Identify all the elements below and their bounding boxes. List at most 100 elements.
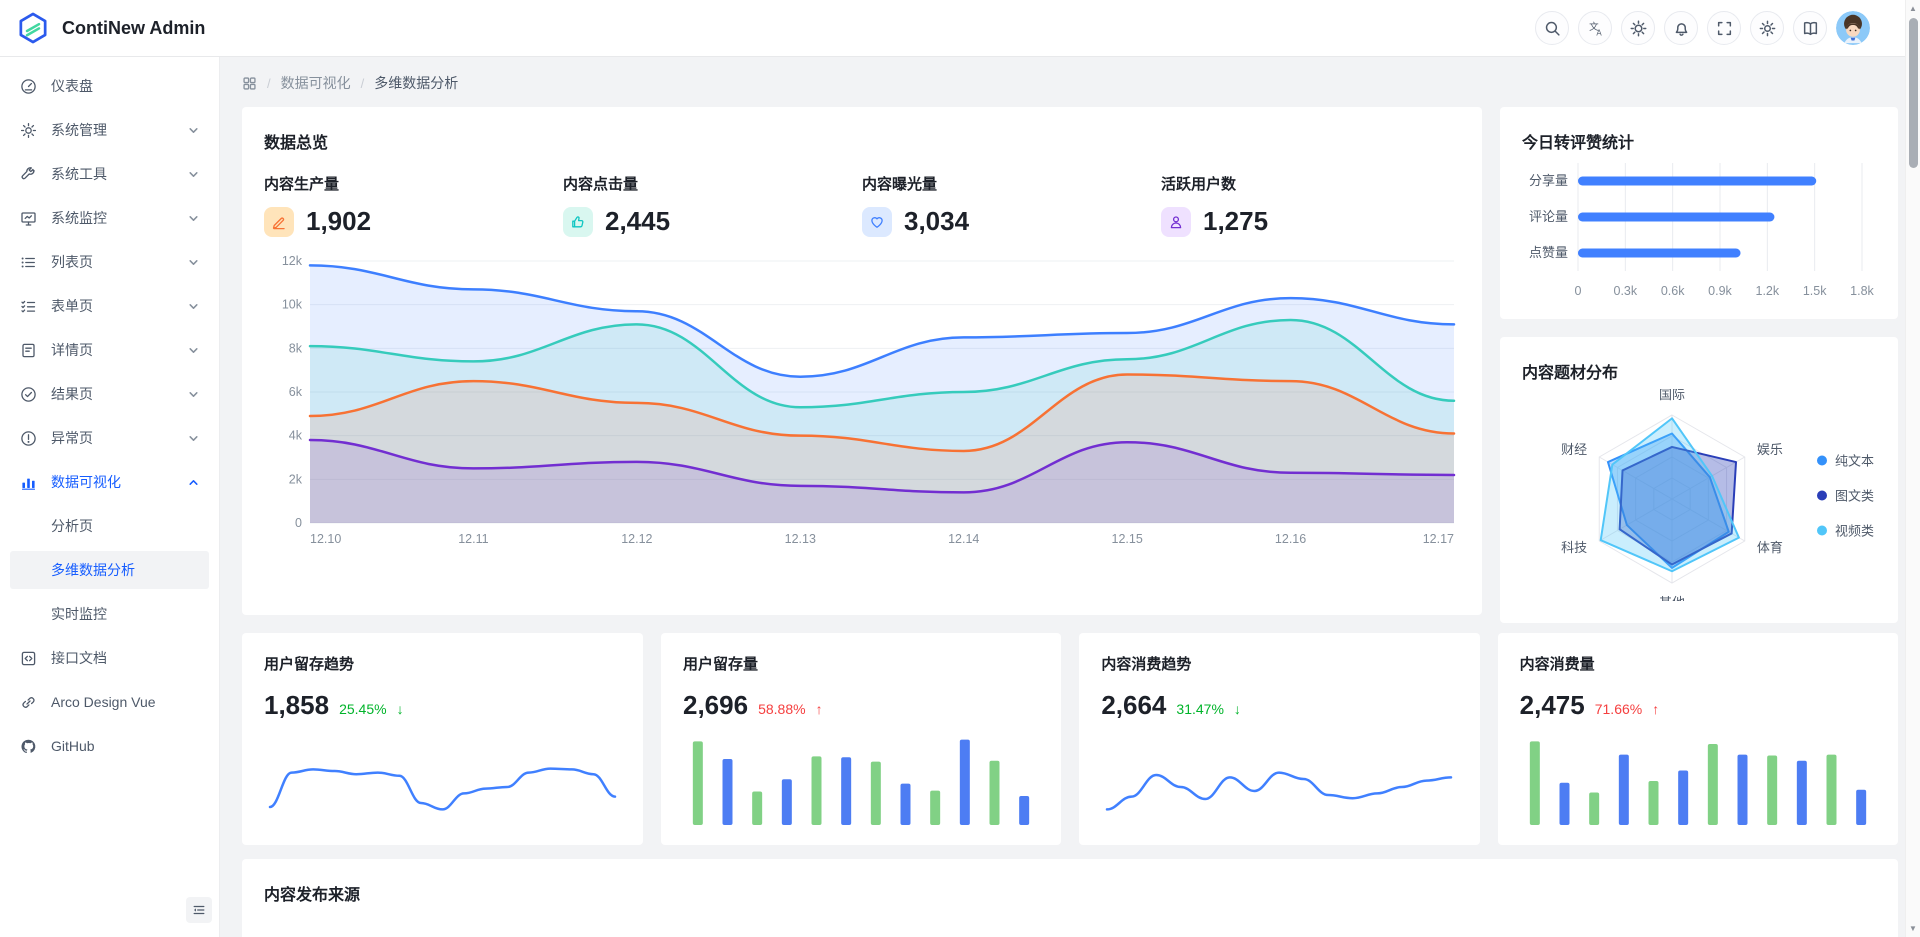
notifications-button[interactable]	[1664, 11, 1698, 45]
source-card-title: 内容发布来源	[264, 881, 1876, 905]
warning-circle-icon	[20, 430, 37, 447]
theme-button[interactable]	[1621, 11, 1655, 45]
app-root: ContiNew Admin 文A	[0, 0, 1920, 937]
sidebar-item-11[interactable]: Arco Design Vue	[10, 683, 209, 721]
stat-label: 活跃用户数	[1161, 173, 1460, 194]
sidebar-item-5[interactable]: 表单页	[10, 287, 209, 325]
sidebar-item-10[interactable]: 接口文档	[10, 639, 209, 677]
sidebar-item-8[interactable]: 异常页	[10, 419, 209, 457]
svg-text:8k: 8k	[289, 341, 303, 355]
svg-text:0.9k: 0.9k	[1708, 284, 1732, 297]
overview-stat: 内容点击量2,445	[563, 173, 862, 237]
sidebar-item-2[interactable]: 系统工具	[10, 155, 209, 193]
radar-legend: 纯文本图文类视频类	[1817, 451, 1874, 540]
kpi-delta: 31.47%	[1176, 701, 1223, 717]
legend-item[interactable]: 纯文本	[1817, 451, 1874, 470]
stats-row: 内容生产量1,902内容点击量2,445内容曝光量3,034活跃用户数1,275	[264, 173, 1460, 237]
svg-text:10k: 10k	[282, 298, 303, 312]
sidebar-item-3[interactable]: 系统监控	[10, 199, 209, 237]
kpi-card-2: 内容消费趋势 2,664 31.47% ↓	[1079, 633, 1479, 845]
chevron-down-icon	[188, 301, 199, 312]
sidebar-item-label: 异常页	[51, 428, 93, 448]
share-bar-chart: 00.3k0.6k0.9k1.2k1.5k1.8k分享量评论量点赞量	[1522, 159, 1876, 297]
legend-label: 图文类	[1835, 486, 1874, 505]
svg-text:0.6k: 0.6k	[1661, 284, 1685, 297]
sidebar-subitem-9-0[interactable]: 分析页	[10, 507, 209, 545]
translate-icon: 文A	[1587, 20, 1604, 37]
breadcrumb-page[interactable]: 多维数据分析	[374, 73, 458, 93]
settings-gear-icon	[1759, 20, 1776, 37]
overview-area-chart: 02k4k6k8k10k12k12.1012.1112.1212.1312.14…	[264, 251, 1460, 551]
svg-text:12.14: 12.14	[948, 532, 979, 546]
svg-text:0.3k: 0.3k	[1614, 284, 1638, 297]
svg-text:A: A	[1596, 28, 1602, 37]
scrollbar-down-arrow[interactable]: ▼	[1906, 924, 1920, 933]
svg-text:0: 0	[1575, 284, 1582, 297]
svg-text:国际: 国际	[1659, 389, 1685, 402]
bar-chart-icon	[20, 474, 37, 491]
pencil-icon	[264, 207, 294, 237]
svg-text:12.15: 12.15	[1112, 532, 1143, 546]
svg-text:6k: 6k	[289, 385, 303, 399]
kpi-value: 1,858	[264, 690, 329, 721]
sidebar-collapse-button[interactable]	[186, 897, 212, 923]
svg-text:12.11: 12.11	[458, 532, 488, 546]
apps-grid-icon[interactable]	[242, 76, 257, 91]
api-code-icon	[20, 650, 37, 667]
sidebar-item-9[interactable]: 数据可视化	[10, 463, 209, 501]
kpi-title: 内容消费趋势	[1101, 653, 1457, 674]
svg-text:4k: 4k	[289, 429, 303, 443]
settings-button[interactable]	[1750, 11, 1784, 45]
sidebar-item-label: 接口文档	[51, 648, 107, 668]
user-avatar[interactable]	[1836, 11, 1870, 45]
kpi-value: 2,664	[1101, 690, 1166, 721]
brand[interactable]: ContiNew Admin	[16, 11, 205, 45]
chevron-down-icon	[188, 433, 199, 444]
sidebar-subitem-9-2[interactable]: 实时监控	[10, 595, 209, 633]
sidebar-item-label: 仪表盘	[51, 76, 93, 96]
svg-text:2k: 2k	[289, 472, 303, 486]
sidebar-item-0[interactable]: 仪表盘	[10, 67, 209, 105]
svg-text:评论量: 评论量	[1529, 209, 1568, 224]
window-scrollbar[interactable]: ▲ ▼	[1905, 0, 1920, 937]
sidebar-item-1[interactable]: 系统管理	[10, 111, 209, 149]
legend-item[interactable]: 视频类	[1817, 521, 1874, 540]
kpi-mini-chart	[1101, 733, 1457, 825]
svg-text:1.8k: 1.8k	[1850, 284, 1874, 297]
detail-icon	[20, 342, 37, 359]
sidebar-subitem-9-1[interactable]: 多维数据分析	[10, 551, 209, 589]
scrollbar-thumb[interactable]	[1909, 18, 1918, 168]
search-button[interactable]	[1535, 11, 1569, 45]
sidebar-item-6[interactable]: 详情页	[10, 331, 209, 369]
kpi-delta-arrow-icon: ↓	[397, 701, 404, 717]
svg-text:娱乐: 娱乐	[1757, 442, 1783, 457]
top-header: ContiNew Admin 文A	[0, 0, 1920, 57]
svg-text:点赞量: 点赞量	[1529, 245, 1568, 260]
sidebar-item-label: GitHub	[51, 738, 95, 754]
header-actions: 文A	[1535, 11, 1870, 45]
sidebar-item-12[interactable]: GitHub	[10, 727, 209, 765]
chevron-down-icon	[188, 345, 199, 356]
docs-button[interactable]	[1793, 11, 1827, 45]
legend-dot-icon	[1817, 490, 1827, 500]
gear-icon	[20, 122, 37, 139]
legend-item[interactable]: 图文类	[1817, 486, 1874, 505]
scrollbar-up-arrow[interactable]: ▲	[1906, 4, 1920, 13]
translate-button[interactable]: 文A	[1578, 11, 1612, 45]
fullscreen-button[interactable]	[1707, 11, 1741, 45]
data-overview-card: 数据总览 内容生产量1,902内容点击量2,445内容曝光量3,034活跃用户数…	[242, 107, 1482, 615]
sidebar-item-4[interactable]: 列表页	[10, 243, 209, 281]
breadcrumb-section[interactable]: 数据可视化	[281, 73, 351, 93]
list-icon	[20, 254, 37, 271]
docs-book-icon	[1802, 20, 1819, 37]
kpi-value: 2,696	[683, 690, 748, 721]
kpi-delta: 25.45%	[339, 701, 386, 717]
stat-label: 内容曝光量	[862, 173, 1161, 194]
sidebar-item-label: 数据可视化	[51, 472, 121, 492]
search-icon	[1544, 20, 1561, 37]
content-source-card: 内容发布来源	[242, 859, 1898, 937]
kpi-delta-arrow-icon: ↓	[1234, 701, 1241, 717]
chevron-down-icon	[188, 213, 199, 224]
sidebar-item-7[interactable]: 结果页	[10, 375, 209, 413]
share-stats-card: 今日转评赞统计 00.3k0.6k0.9k1.2k1.5k1.8k分享量评论量点…	[1500, 107, 1898, 319]
